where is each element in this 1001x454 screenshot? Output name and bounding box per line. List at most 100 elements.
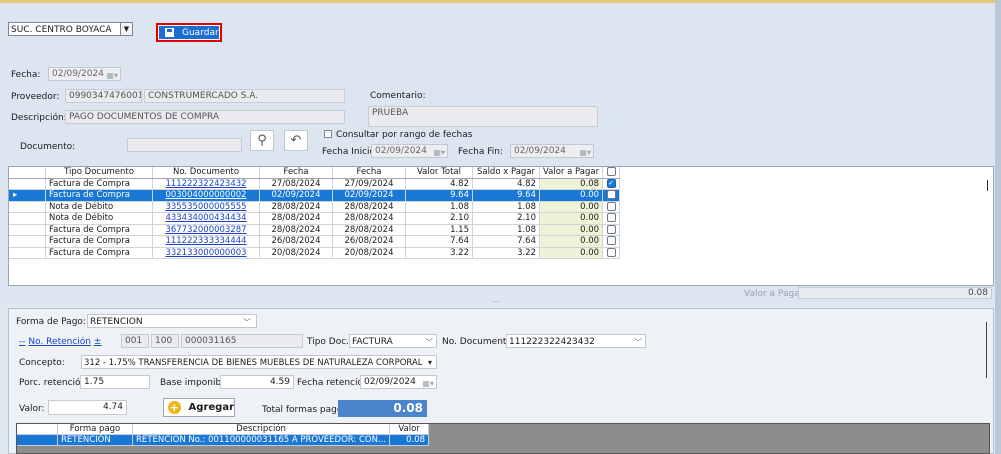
fecha-ret-field[interactable]: 02/09/2024 ▦▾ — [360, 375, 437, 389]
cell-no-documento[interactable]: 367732000003287 — [152, 224, 260, 236]
forma-pago-label: Forma de Pago: — [16, 317, 86, 327]
table-row[interactable]: Factura de Compra 367732000003287 28/08/20… — [9, 224, 621, 236]
retencion-link[interactable]: -- No. Retención ± — [19, 337, 101, 347]
payment-row[interactable]: RETENCION RETENCION No.: 001100000031165… — [17, 434, 430, 446]
row-header[interactable] — [9, 212, 46, 225]
row-checkbox[interactable] — [606, 213, 616, 223]
fecha-fin-field[interactable]: 02/09/2024 ▦▾ — [510, 144, 594, 158]
descripcion-field[interactable]: PAGO DOCUMENTOS DE COMPRA — [65, 110, 345, 124]
table-row[interactable]: Factura de Compra 332133000000003 20/08/20… — [9, 247, 621, 259]
cell-valor-pagar[interactable]: 0.00 — [539, 247, 604, 259]
calendar-icon[interactable]: ▦▾ — [579, 146, 591, 159]
table-row[interactable]: Nota de Débito 433434000434434 28/08/2024 2… — [9, 212, 621, 225]
cell-no-documento[interactable]: 433434000434434 — [152, 212, 260, 225]
documento-label: Documento: — [20, 142, 76, 152]
row-checkbox[interactable] — [606, 236, 616, 246]
cell-valor-pagar[interactable]: 0.00 — [539, 201, 604, 213]
retencion-serie1[interactable]: 001 — [121, 334, 149, 348]
forma-pago-select[interactable]: RETENCION ﹀ — [87, 314, 257, 328]
cell-no-documento[interactable]: 111222322423432 — [152, 178, 260, 190]
no-documento-select[interactable]: 111222322423432 ﹀ — [506, 334, 646, 348]
save-button[interactable]: Guardar — [156, 23, 222, 42]
cell-select[interactable] — [602, 189, 621, 202]
calendar-icon[interactable]: ▦▾ — [422, 377, 434, 390]
save-disk-icon — [165, 28, 174, 37]
row-checkbox[interactable] — [606, 247, 616, 257]
porc-field[interactable]: 1.75 — [80, 375, 150, 389]
cell-select[interactable] — [602, 201, 621, 213]
cell-select[interactable] — [602, 247, 621, 259]
documents-grid[interactable]: Tipo Documento No. Documento Fecha Fecha… — [8, 166, 994, 286]
panel-scroll-marker[interactable] — [986, 322, 987, 378]
proveedor-id-field[interactable]: 0990347476001 — [65, 89, 142, 103]
cell-no-documento[interactable]: 335535000005555 — [152, 201, 260, 213]
reset-button[interactable]: ↶ — [284, 130, 308, 151]
row-checkbox[interactable] — [606, 224, 616, 234]
cell-valor-pagar[interactable]: 0.00 — [539, 235, 604, 248]
agregar-button[interactable]: + Agregar — [163, 398, 235, 417]
cell-no-documento[interactable]: 003004000000002 — [152, 189, 260, 202]
base-field[interactable]: 4.59 — [220, 375, 294, 389]
cell-valor-pagar[interactable]: 0.08 — [539, 178, 604, 190]
col-valor[interactable]: Valor — [389, 424, 430, 435]
fecha-inicio-field[interactable]: 02/09/2024 ▦▾ — [371, 144, 448, 158]
cell-valor-pagar[interactable]: 0.00 — [539, 212, 604, 225]
table-row[interactable]: Factura de Compra 111222322423432 27/08/20… — [9, 178, 621, 190]
cell-fecha-2: 20/08/2024 — [332, 247, 406, 259]
cell-valor-pagar[interactable]: 0.00 — [539, 224, 604, 236]
cell-no-documento[interactable]: 332133000000003 — [152, 247, 260, 259]
cell-select[interactable] — [602, 224, 621, 236]
calendar-icon[interactable]: ▦▾ — [106, 69, 118, 82]
row-header[interactable] — [9, 235, 46, 248]
right-scroll-strip[interactable] — [995, 0, 1001, 454]
cell-valor-pagar[interactable]: 0.00 — [539, 189, 604, 202]
chevron-down-icon: ﹀ — [634, 338, 642, 347]
row-header[interactable] — [9, 224, 46, 236]
fecha-date-field[interactable]: 02/09/2024 ▦▾ — [48, 67, 121, 81]
valor-field[interactable]: 4.74 — [48, 400, 127, 415]
grid-scroll-marker[interactable] — [987, 180, 988, 191]
col-saldo-pagar[interactable]: Saldo x Pagar — [472, 167, 540, 179]
col-descripcion[interactable]: Descripción — [132, 424, 391, 435]
tipo-doc-select[interactable]: FACTURA ﹀ — [349, 334, 437, 348]
table-row[interactable]: ▸ Factura de Compra 003004000000002 02/09/2… — [9, 189, 621, 202]
table-row[interactable]: Factura de Compra 111222333334444 26/08/20… — [9, 235, 621, 248]
sucursal-select[interactable]: SUC. CENTRO BOYACA ▼ — [8, 22, 133, 36]
plus-minus-link[interactable]: ± — [94, 337, 102, 347]
minus-link[interactable]: -- — [19, 337, 26, 347]
table-row[interactable]: Nota de Débito 335535000005555 28/08/2024 2… — [9, 201, 621, 213]
search-button[interactable]: ⚲ — [250, 130, 274, 151]
row-header[interactable] — [9, 247, 46, 259]
payments-grid[interactable]: Forma pago Descripción Valor RETENCION R… — [16, 423, 990, 454]
col-valor-total[interactable]: Valor Total — [405, 167, 473, 179]
no-retencion-link[interactable]: No. Retención — [28, 337, 91, 347]
proveedor-name-field[interactable]: CONSTRUMERCADO S.A. — [144, 89, 345, 103]
cell-select[interactable] — [602, 235, 621, 248]
comentario-field[interactable]: PRUEBA — [368, 106, 598, 127]
calendar-icon[interactable]: ▦▾ — [433, 146, 445, 159]
documento-input[interactable] — [127, 138, 242, 152]
col-no-documento[interactable]: No. Documento — [152, 167, 260, 179]
col-forma-pago[interactable]: Forma pago — [57, 424, 133, 435]
row-checkbox[interactable]: ✓ — [606, 178, 616, 188]
col-valor-pagar[interactable]: Valor a Pagar — [539, 167, 604, 179]
select-all-checkbox[interactable] — [606, 167, 616, 177]
cell-no-documento[interactable]: 111222333334444 — [152, 235, 260, 248]
row-checkbox[interactable] — [606, 201, 616, 211]
row-checkbox[interactable] — [606, 190, 616, 200]
retencion-serie2[interactable]: 100 — [151, 334, 179, 348]
concepto-select[interactable]: 312 - 1.75% TRANSFERENCIA DE BIENES MUEB… — [81, 355, 437, 369]
rango-checkbox[interactable] — [324, 130, 332, 138]
cell-select[interactable] — [602, 212, 621, 225]
col-fecha-2[interactable]: Fecha — [332, 167, 406, 179]
retencion-secuencial[interactable]: 000031165 — [181, 334, 303, 348]
row-header[interactable] — [9, 178, 46, 190]
col-select-all[interactable] — [602, 167, 621, 179]
row-header[interactable]: ▸ — [9, 189, 46, 202]
col-tipo-documento[interactable]: Tipo Documento — [45, 167, 153, 179]
row-header[interactable] — [9, 201, 46, 213]
cell-select[interactable]: ✓ — [602, 178, 621, 190]
col-fecha-1[interactable]: Fecha — [259, 167, 333, 179]
current-row-icon: ▸ — [13, 190, 18, 201]
row-header[interactable] — [17, 434, 58, 446]
